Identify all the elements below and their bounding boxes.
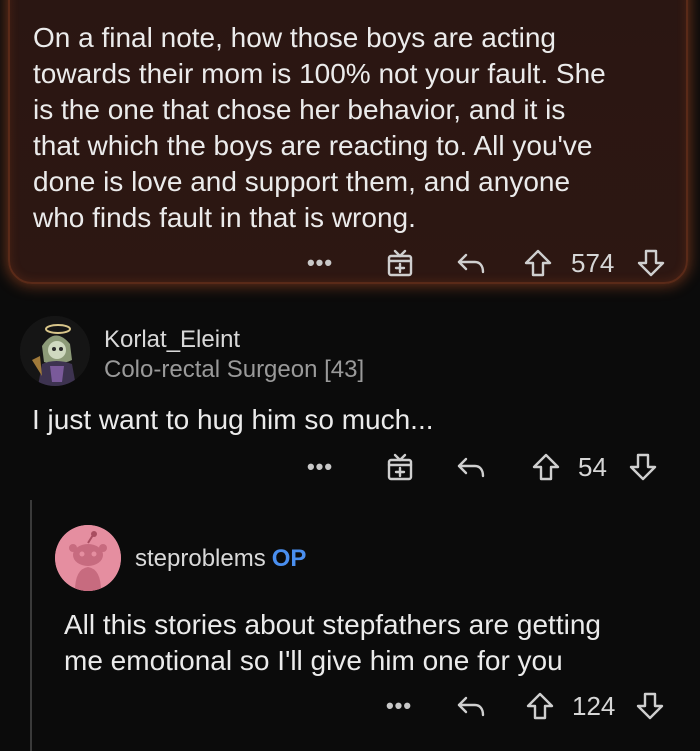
snoo-avatar-icon [55,525,121,591]
downvote-button[interactable] [625,447,661,487]
comment-actions: ••• 124 [0,686,700,726]
more-options-button[interactable]: ••• [302,243,338,283]
award-button[interactable] [382,447,418,487]
upvote-button[interactable] [522,686,558,726]
reply-arrow-icon [457,253,485,274]
user-avatar-icon [20,316,90,386]
award-gift-icon [387,249,413,277]
user-flair: Colo-rectal Surgeon [43] [104,356,365,383]
reply-arrow-icon [457,457,485,478]
vote-count: 574 [571,247,615,278]
comment-username-text[interactable]: steproblems [135,545,266,572]
downvote-arrow-icon [629,453,657,481]
upvote-arrow-icon [526,692,554,720]
upvote-button[interactable] [520,243,556,283]
award-button[interactable] [382,243,418,283]
vote-count: 124 [572,690,616,721]
comment-body: I just want to hug him so much... [32,404,434,435]
downvote-arrow-icon [637,249,665,277]
downvote-button[interactable] [633,243,669,283]
reply-button[interactable] [453,447,489,487]
comment-username[interactable]: steproblems OP [135,545,306,573]
upvote-arrow-icon [524,249,552,277]
op-badge: OP [271,545,307,572]
award-gift-icon [387,453,413,481]
downvote-arrow-icon [636,692,664,720]
reply-button[interactable] [453,243,489,283]
reply-button[interactable] [453,686,489,726]
upvote-arrow-icon [532,453,560,481]
comment-username[interactable]: Korlat_Eleint [104,326,240,354]
comment-body: All this stories about stepfathers are g… [64,609,601,676]
more-options-button[interactable]: ••• [381,686,417,726]
highlighted-comment-body: On a final note, how those boys are acti… [33,22,606,233]
comment-actions: ••• 54 [0,447,700,487]
upvote-button[interactable] [528,447,564,487]
vote-count: 54 [578,451,607,482]
avatar[interactable] [20,316,90,386]
highlighted-comment-actions: ••• 574 [0,243,700,283]
more-options-button[interactable]: ••• [302,447,338,487]
downvote-button[interactable] [632,686,668,726]
avatar[interactable] [55,525,121,591]
reply-arrow-icon [457,696,485,717]
